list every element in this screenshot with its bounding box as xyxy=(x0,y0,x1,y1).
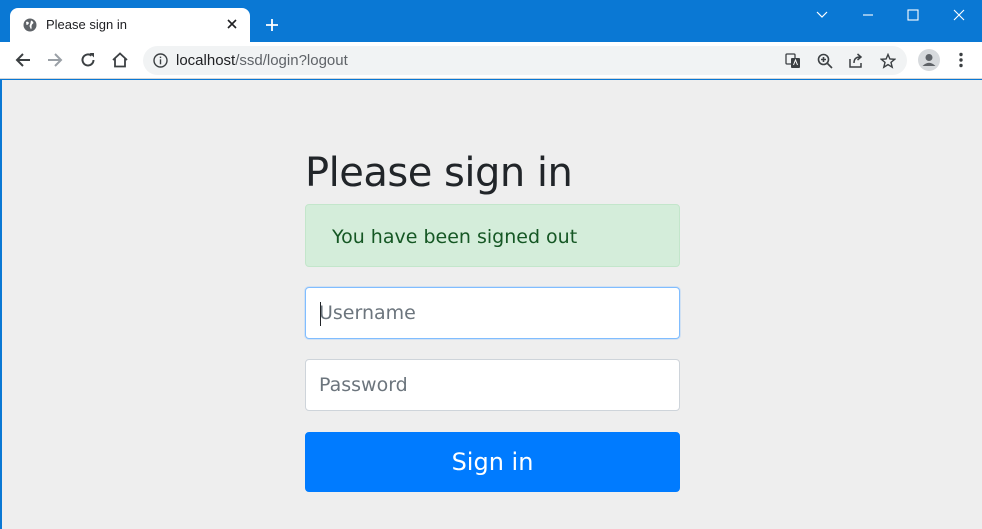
profile-avatar-icon[interactable] xyxy=(918,49,940,71)
globe-icon xyxy=(23,18,37,32)
url-text: localhost/ssd/login?logout xyxy=(176,52,348,69)
page-content: Please sign in You have been signed out … xyxy=(2,80,982,529)
translate-icon[interactable] xyxy=(784,52,802,70)
back-icon[interactable] xyxy=(11,48,35,72)
tab-title: Please sign in xyxy=(46,17,127,32)
home-icon[interactable] xyxy=(108,48,132,72)
password-field[interactable] xyxy=(305,359,680,411)
forward-icon[interactable] xyxy=(43,48,67,72)
reload-icon[interactable] xyxy=(76,48,100,72)
username-input[interactable] xyxy=(306,288,679,338)
browser-toolbar: localhost/ssd/login?logout xyxy=(0,42,982,79)
address-bar[interactable]: localhost/ssd/login?logout xyxy=(143,46,907,75)
close-tab-icon[interactable] xyxy=(224,16,240,32)
browser-tab[interactable]: Please sign in xyxy=(10,8,250,42)
url-path: /ssd/login?logout xyxy=(235,52,348,69)
username-field[interactable] xyxy=(305,287,680,339)
text-caret xyxy=(320,302,321,326)
maximize-icon[interactable] xyxy=(898,4,928,26)
plus-icon[interactable] xyxy=(262,15,282,35)
title-bar: Please sign in xyxy=(0,0,982,42)
url-host: localhost xyxy=(176,52,236,69)
info-icon[interactable] xyxy=(153,53,168,68)
password-input[interactable] xyxy=(306,360,679,410)
zoom-icon[interactable] xyxy=(816,52,834,70)
minimize-icon[interactable] xyxy=(853,4,883,26)
chevron-down-icon[interactable] xyxy=(807,4,837,26)
sign-in-button[interactable]: Sign in xyxy=(305,432,680,492)
alert-text: You have been signed out xyxy=(332,226,578,248)
page-title: Please sign in xyxy=(305,150,573,196)
bookmark-star-icon[interactable] xyxy=(879,52,897,70)
more-menu-icon[interactable] xyxy=(954,50,968,70)
share-icon[interactable] xyxy=(847,52,865,70)
close-icon[interactable] xyxy=(944,4,974,26)
signed-out-alert: You have been signed out xyxy=(305,204,680,267)
